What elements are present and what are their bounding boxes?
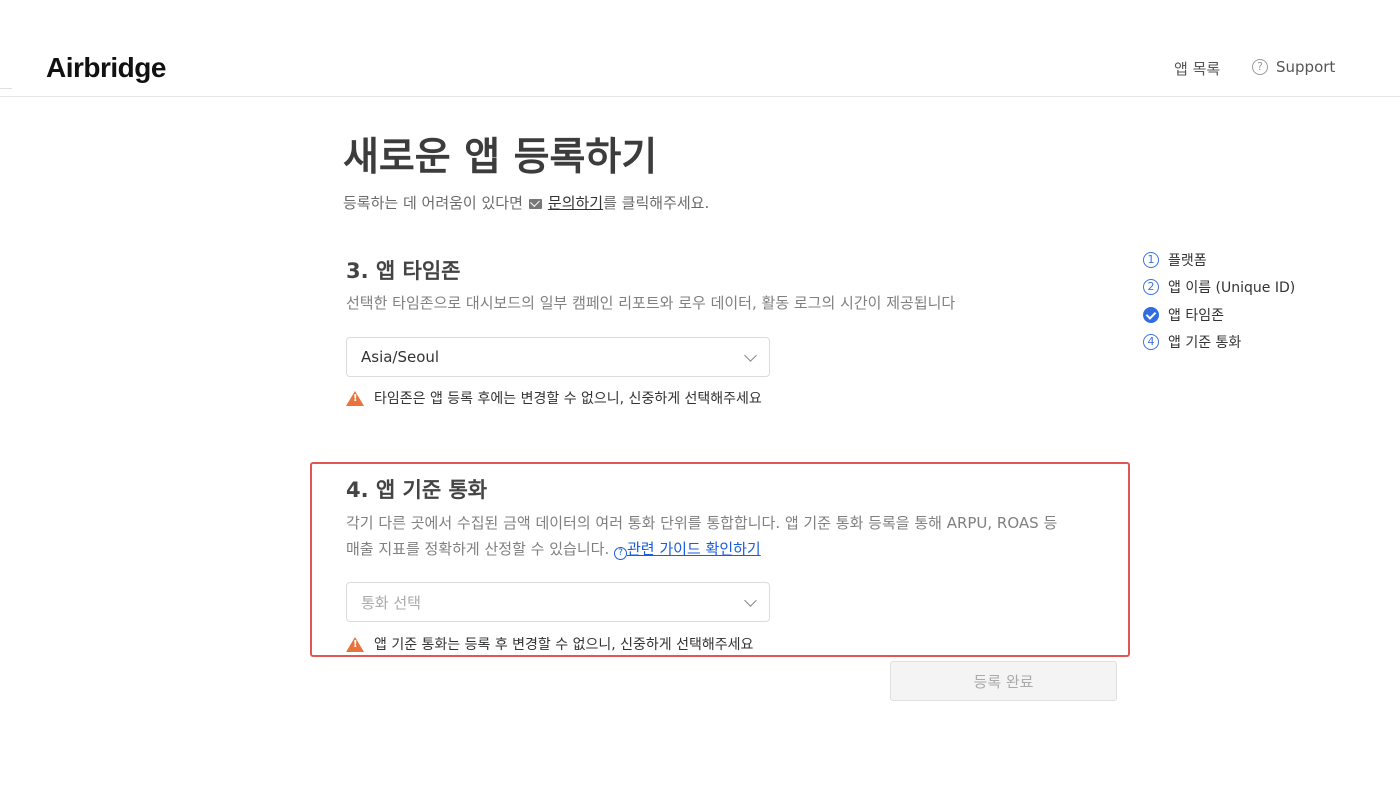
currency-warning-text: 앱 기준 통화는 등록 후 변경할 수 없으니, 신중하게 선택해주세요 bbox=[374, 637, 754, 653]
timezone-warning: 타임존은 앱 등록 후에는 변경할 수 없으니, 신중하게 선택해주세요 bbox=[346, 388, 762, 408]
step-item[interactable]: 2 앱 이름 (Unique ID) bbox=[1143, 274, 1295, 302]
currency-description: 각기 다른 곳에서 수집된 금액 데이터의 여러 통화 단위를 통합합니다. 앱… bbox=[346, 510, 1106, 562]
timezone-value: Asia/Seoul bbox=[361, 348, 440, 366]
register-complete-button[interactable]: 등록 완료 bbox=[890, 661, 1117, 701]
support-label: Support bbox=[1276, 58, 1336, 76]
currency-description-line1: 각기 다른 곳에서 수집된 금액 데이터의 여러 통화 단위를 통합합니다. 앱… bbox=[346, 514, 1058, 532]
timezone-select[interactable]: Asia/Seoul bbox=[346, 337, 770, 377]
subtitle-text: 등록하는 데 어려움이 있다면 bbox=[343, 194, 523, 212]
step-label: 앱 타임존 bbox=[1168, 307, 1224, 324]
guide-link-label: 관련 가이드 확인하기 bbox=[627, 540, 761, 558]
mail-icon bbox=[528, 199, 542, 209]
timezone-warning-text: 타임존은 앱 등록 후에는 변경할 수 없으니, 신중하게 선택해주세요 bbox=[374, 391, 762, 407]
warning-icon bbox=[346, 390, 364, 406]
page-subtitle: 등록하는 데 어려움이 있다면 문의하기를 클릭해주세요. bbox=[343, 192, 709, 213]
currency-select[interactable]: 통화 선택 bbox=[346, 582, 770, 622]
step-item[interactable]: 1 플랫폼 bbox=[1143, 246, 1295, 274]
airbridge-logo[interactable]: Airbridge bbox=[46, 52, 166, 84]
step-label: 앱 이름 (Unique ID) bbox=[1168, 280, 1296, 297]
chevron-down-icon bbox=[744, 593, 757, 607]
subtitle-suffix: 를 클릭해주세요. bbox=[603, 194, 710, 212]
timezone-description: 선택한 타임존으로 대시보드의 일부 캠페인 리포트와 로우 데이터, 활동 로… bbox=[346, 294, 956, 312]
contact-link[interactable]: 문의하기 bbox=[548, 194, 603, 212]
currency-section-title: 4. 앱 기준 통화 bbox=[346, 478, 488, 502]
app-list-label: 앱 목록 bbox=[1174, 60, 1221, 78]
chevron-down-icon bbox=[744, 348, 757, 362]
question-icon: ? bbox=[1252, 59, 1268, 75]
step-item[interactable]: 앱 타임존 bbox=[1143, 301, 1295, 329]
page-title: 새로운 앱 등록하기 bbox=[343, 135, 658, 180]
step-number-icon: 4 bbox=[1143, 334, 1159, 351]
currency-description-line2: 매출 지표를 정확하게 산정할 수 있습니다. bbox=[346, 540, 610, 558]
app-list-link[interactable]: 앱 목록 bbox=[1152, 58, 1220, 79]
currency-description-line2-wrap: 매출 지표를 정확하게 산정할 수 있습니다. ? 관련 가이드 확인하기 bbox=[346, 536, 1106, 562]
step-number-icon: 2 bbox=[1143, 279, 1159, 296]
timezone-section-title: 3. 앱 타임존 bbox=[346, 259, 461, 283]
top-header: Airbridge 앱 목록 ? Support bbox=[0, 0, 1400, 97]
step-number-icon: 1 bbox=[1143, 251, 1159, 268]
grid-icon bbox=[1152, 62, 1166, 76]
step-progress: 1 플랫폼 2 앱 이름 (Unique ID) 앱 타임존 4 앱 기준 통화 bbox=[1143, 246, 1295, 356]
warning-icon bbox=[346, 636, 364, 652]
step-label: 앱 기준 통화 bbox=[1168, 335, 1242, 352]
header-divider bbox=[0, 88, 12, 89]
guide-link[interactable]: ? 관련 가이드 확인하기 bbox=[614, 540, 761, 560]
help-icon: ? bbox=[614, 547, 627, 560]
step-item[interactable]: 4 앱 기준 통화 bbox=[1143, 329, 1295, 357]
support-link[interactable]: ? Support bbox=[1252, 58, 1335, 76]
step-label: 플랫폼 bbox=[1168, 252, 1207, 269]
currency-warning: 앱 기준 통화는 등록 후 변경할 수 없으니, 신중하게 선택해주세요 bbox=[346, 634, 753, 654]
check-circle-icon bbox=[1143, 306, 1159, 323]
currency-placeholder: 통화 선택 bbox=[361, 593, 421, 612]
